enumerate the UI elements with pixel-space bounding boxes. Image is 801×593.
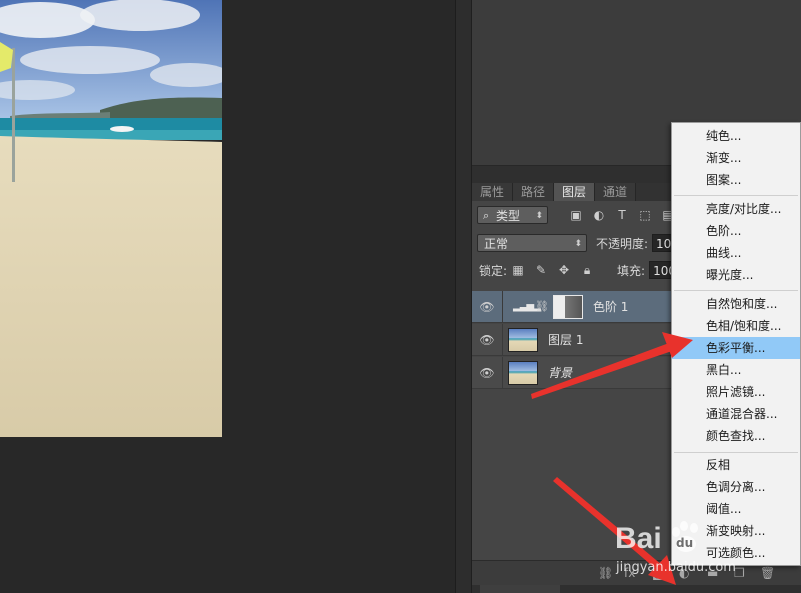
menu-item-selective-color[interactable]: 可选颜色...: [672, 542, 800, 564]
updown-icon: ⬍: [535, 211, 543, 221]
panel-gutter: [455, 0, 472, 593]
new-group-icon[interactable]: ▬: [707, 566, 718, 580]
menu-item-curves[interactable]: 曲线...: [672, 242, 800, 264]
beach-photo: [0, 0, 222, 437]
adjustment-filter-icon[interactable]: ◐: [591, 207, 607, 223]
opacity-label: 不透明度:: [596, 236, 649, 251]
eye-icon[interactable]: 👁︎: [472, 366, 502, 380]
layer-name: 色阶 1: [592, 300, 629, 314]
layer-name: 背景: [548, 366, 573, 380]
new-adjustment-layer-icon[interactable]: ◐: [679, 566, 689, 580]
trash-icon[interactable]: 🗑︎: [760, 566, 775, 580]
link-layers-icon[interactable]: ⛓: [598, 566, 613, 580]
menu-item-invert[interactable]: 反相: [672, 454, 800, 476]
new-layer-icon[interactable]: ❐: [734, 566, 745, 580]
fill-label: 填充:: [617, 263, 646, 278]
menu-item-solid-color[interactable]: 纯色...: [672, 125, 800, 147]
tab-layers[interactable]: 图层: [554, 183, 596, 201]
levels-adjustment-icon: ▂▃▅▂: [513, 301, 541, 312]
menu-item-exposure[interactable]: 曝光度...: [672, 264, 800, 286]
search-icon: ⌕: [483, 209, 490, 222]
shape-filter-icon[interactable]: ⬚: [637, 207, 653, 223]
tab-paths[interactable]: 路径: [513, 183, 555, 201]
menu-separator: [674, 290, 798, 291]
layer-name: 图层 1: [548, 333, 584, 347]
updown-icon: ⬍: [574, 239, 582, 249]
menu-item-color-lookup[interactable]: 颜色查找...: [672, 425, 800, 447]
menu-item-vibrance[interactable]: 自然饱和度...: [672, 293, 800, 315]
menu-separator: [674, 195, 798, 196]
menu-item-channel-mixer[interactable]: 通道混合器...: [672, 403, 800, 425]
image-filter-icon[interactable]: ▣: [568, 207, 584, 223]
menu-item-brightness-contrast[interactable]: 亮度/对比度...: [672, 198, 800, 220]
layer-style-icon[interactable]: fx: [624, 566, 635, 580]
lower-panel-tab[interactable]: [472, 585, 801, 593]
document-canvas[interactable]: [0, 0, 455, 593]
menu-item-hue-saturation[interactable]: 色相/饱和度...: [672, 315, 800, 337]
filter-type-label: 类型: [496, 209, 521, 223]
lock-all-icon[interactable]: 🔒︎: [579, 262, 595, 278]
link-chain-icon[interactable]: ⛓: [535, 300, 549, 313]
lock-pixels-icon[interactable]: ✎: [533, 262, 549, 278]
menu-item-threshold[interactable]: 阈值...: [672, 498, 800, 520]
menu-item-color-balance[interactable]: 色彩平衡...: [672, 337, 800, 359]
filter-type-select[interactable]: ⌕ 类型 ⬍: [477, 206, 548, 224]
blend-mode-select[interactable]: 正常 ⬍: [477, 234, 587, 252]
adjustment-layer-menu: 纯色... 渐变... 图案... 亮度/对比度... 色阶... 曲线... …: [671, 122, 801, 566]
eye-icon[interactable]: 👁︎: [472, 333, 502, 347]
type-filter-icon[interactable]: T: [614, 207, 630, 223]
blend-mode-label: 正常: [484, 237, 509, 251]
menu-item-posterize[interactable]: 色调分离...: [672, 476, 800, 498]
menu-separator: [674, 452, 798, 453]
lock-position-icon[interactable]: ✥: [556, 262, 572, 278]
menu-item-pattern[interactable]: 图案...: [672, 169, 800, 191]
menu-item-black-white[interactable]: 黑白...: [672, 359, 800, 381]
tab-channels[interactable]: 通道: [595, 183, 637, 201]
layer-thumbnail: [508, 360, 538, 385]
layer-mask-thumbnail[interactable]: [552, 294, 583, 319]
layer-thumbnail: [508, 327, 538, 352]
menu-item-levels[interactable]: 色阶...: [672, 220, 800, 242]
tab-properties[interactable]: 属性: [472, 183, 514, 201]
add-mask-icon[interactable]: ◙: [652, 566, 664, 580]
menu-item-gradient-map[interactable]: 渐变映射...: [672, 520, 800, 542]
lock-label: 锁定:: [479, 263, 508, 278]
menu-item-gradient[interactable]: 渐变...: [672, 147, 800, 169]
menu-item-photo-filter[interactable]: 照片滤镜...: [672, 381, 800, 403]
eye-icon[interactable]: 👁︎: [472, 300, 502, 314]
lock-transparent-icon[interactable]: ▦: [510, 262, 526, 278]
